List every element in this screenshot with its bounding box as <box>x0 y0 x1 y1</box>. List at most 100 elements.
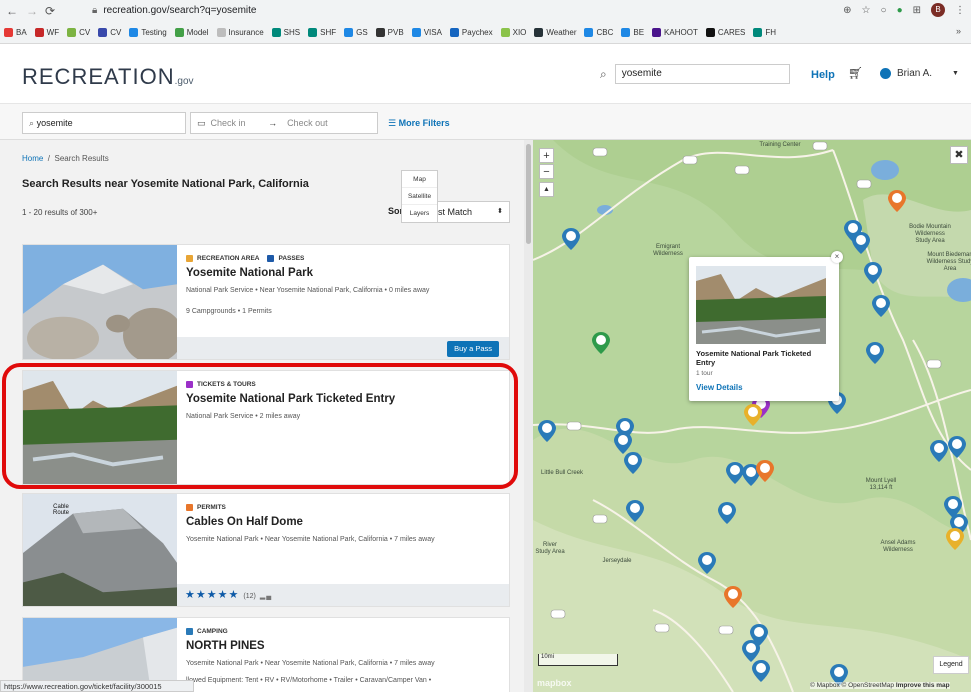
bookmark-item[interactable]: SHF <box>308 28 336 37</box>
result-card[interactable]: RECREATION AREA PASSES Yosemite National… <box>22 244 510 360</box>
result-title[interactable]: NORTH PINES <box>186 640 509 652</box>
more-bookmarks-icon[interactable]: » <box>956 26 961 36</box>
user-menu[interactable]: Brian A. ▼ <box>880 68 959 79</box>
bookmark-icon <box>705 28 715 37</box>
improve-map-link[interactable]: Improve this map <box>896 682 950 689</box>
bookmark-item[interactable]: SHS <box>271 28 300 37</box>
header-search-input[interactable]: yosemite <box>614 64 790 84</box>
legend-button[interactable]: Legend <box>933 656 969 674</box>
star-icon[interactable]: ☆ <box>862 5 871 16</box>
reload-icon[interactable]: ⟳ <box>42 4 58 18</box>
result-description: National Park Service • Near Yosemite Na… <box>186 287 430 294</box>
bookmark-item[interactable]: Testing <box>129 28 167 37</box>
kebab-menu-icon[interactable]: ⋮ <box>955 5 965 16</box>
results-scrollbar[interactable] <box>524 140 533 692</box>
bookmark-item[interactable]: CARES <box>705 28 745 37</box>
map-layers-button[interactable]: Layers <box>402 205 437 222</box>
forward-arrow-icon[interactable]: → <box>24 4 40 18</box>
close-icon[interactable]: × <box>831 251 843 263</box>
bookmark-item[interactable]: BE <box>621 28 644 37</box>
extension-green-icon[interactable]: ● <box>897 5 903 16</box>
browser-chrome: ← → ⟳ 🔒︎ recreation.gov/search?q=yosemite… <box>0 0 971 44</box>
map-view[interactable]: Emigrant Wilderness Bodie Mountain Wilde… <box>533 140 971 692</box>
location-search-input[interactable]: ⌕ yosemite <box>22 112 186 134</box>
bookmark-item[interactable]: GS <box>344 28 368 37</box>
result-details: llowed Equipment: Tent • RV • RV/Motorho… <box>186 677 432 684</box>
result-card[interactable]: Cable Route PERMITS Cables On Half Dome … <box>22 493 510 607</box>
header-search: ⌕ yosemite <box>600 64 790 84</box>
attribution-text[interactable]: © Mapbox © OpenStreetMap <box>810 682 894 689</box>
bookmark-item[interactable]: Model <box>174 28 209 37</box>
bookmark-item[interactable]: PVB <box>375 28 404 37</box>
bookmark-item[interactable]: CV <box>98 28 121 37</box>
map-type-satellite[interactable]: Satellite <box>402 188 437 205</box>
map-type-switcher: Map Satellite Layers <box>401 170 438 223</box>
arrow-right-icon: → <box>268 118 278 128</box>
bookmark-item[interactable]: Paychex <box>449 28 493 37</box>
help-link[interactable]: Help <box>811 69 835 81</box>
pass-icon <box>267 255 275 262</box>
cart-icon[interactable]: 🛒︎ <box>848 66 863 80</box>
buy-pass-button[interactable]: Buy a Pass <box>447 341 499 357</box>
bookmark-item[interactable]: FH <box>753 28 776 37</box>
zoom-out-button[interactable]: − <box>539 164 554 179</box>
date-range-picker[interactable]: ▭ Check in → Check out <box>190 112 378 134</box>
recreation-logo[interactable]: RECREATION.gov <box>22 64 194 90</box>
map-label: Mount Biedeman Wilderness Study Area <box>926 252 971 272</box>
bookmark-item[interactable]: XIO <box>500 28 527 37</box>
breadcrumb: Home / Search Results <box>22 154 109 163</box>
search-icon: ⌕ <box>29 118 35 128</box>
map-canvas[interactable] <box>533 140 971 692</box>
extensions-grid-icon[interactable]: ⊞ <box>913 5 921 16</box>
map-type-map[interactable]: Map <box>402 171 437 188</box>
bookmark-item[interactable]: Insurance <box>216 28 264 37</box>
more-filters-button[interactable]: ☰ More Filters <box>388 118 450 129</box>
bookmark-icon <box>500 28 510 37</box>
breadcrumb-home[interactable]: Home <box>22 154 43 163</box>
scrollbar-thumb[interactable] <box>526 144 531 244</box>
zoom-in-button[interactable]: + <box>539 148 554 163</box>
bookmark-icon <box>67 28 77 37</box>
logo-text: RECREATION <box>22 64 175 89</box>
result-title[interactable]: Cables On Half Dome <box>186 516 509 528</box>
bookmark-item[interactable]: Weather <box>534 28 576 37</box>
bookmark-item[interactable]: BA <box>4 28 27 37</box>
tag-label: RECREATION AREA <box>197 255 260 262</box>
filter-bar: ⌕ yosemite ▭ Check in → Check out ☰ More … <box>0 104 971 140</box>
camping-icon <box>186 628 193 635</box>
result-footer: ★★★★★ (12) ▂▄ <box>177 584 509 606</box>
bookmark-icon <box>216 28 226 37</box>
back-arrow-icon[interactable]: ← <box>4 4 20 18</box>
bookmark-icon <box>584 28 594 37</box>
bookmark-item[interactable]: KAHOOT <box>652 28 698 37</box>
browser-toolbar: ← → ⟳ 🔒︎ recreation.gov/search?q=yosemite… <box>0 0 971 22</box>
site-header: RECREATION.gov ⌕ yosemite Help 🛒︎ Brian … <box>0 44 971 104</box>
bookmark-item[interactable]: CV <box>67 28 90 37</box>
extension-icon[interactable]: ○ <box>881 5 887 16</box>
bookmark-label: XIO <box>512 28 527 37</box>
map-label: Bodie Mountain Wilderness Study Area <box>909 224 951 244</box>
more-filters-label: More Filters <box>398 118 450 128</box>
view-details-link[interactable]: View Details <box>696 383 743 392</box>
check-out-field[interactable]: Check out <box>287 118 328 128</box>
lock-icon: 🔒︎ <box>92 5 98 16</box>
bookmark-item[interactable]: WF <box>34 28 59 37</box>
compass-button[interactable]: ▲ <box>539 182 554 197</box>
bookmark-item[interactable]: CBC <box>584 28 613 37</box>
mapbox-logo[interactable]: mapbox <box>537 678 572 688</box>
result-title[interactable]: Yosemite National Park <box>186 267 509 279</box>
bookmark-item[interactable]: VISA <box>411 28 442 37</box>
result-image <box>23 245 177 359</box>
fullscreen-icon[interactable]: ✖ <box>950 146 968 164</box>
address-bar[interactable]: 🔒︎ recreation.gov/search?q=yosemite <box>92 3 832 19</box>
bookmark-label: PVB <box>387 28 404 37</box>
map-popup: Yosemite National Park Ticketed Entry 1 … <box>689 251 843 401</box>
bookmark-label: BA <box>16 28 27 37</box>
bookmark-label: CV <box>79 28 91 37</box>
zoom-icon[interactable]: ⊕ <box>843 5 851 16</box>
check-in-field[interactable]: Check in <box>211 118 246 128</box>
result-footer: Buy a Pass <box>177 337 509 359</box>
bookmark-icon <box>308 28 318 37</box>
bookmark-label: SHF <box>320 28 337 37</box>
profile-avatar[interactable]: B <box>931 3 945 17</box>
